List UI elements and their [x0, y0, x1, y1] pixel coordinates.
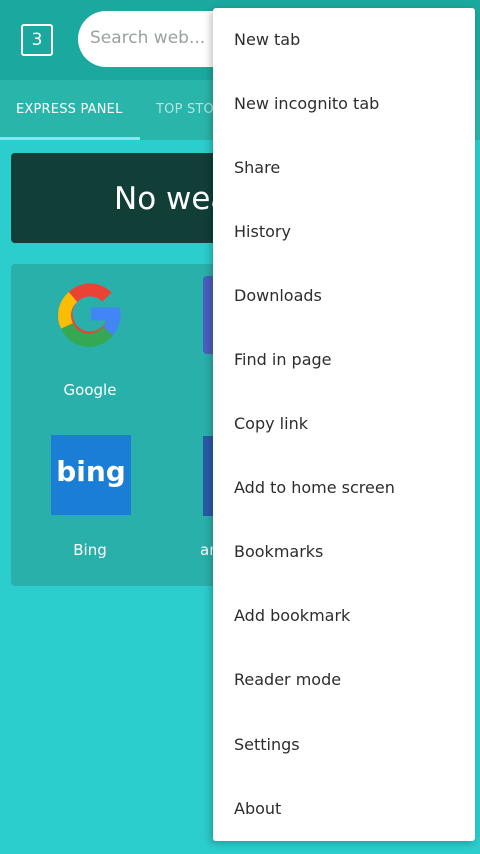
menu-item-label: Find in page: [234, 350, 332, 369]
tile-label-google: Google: [63, 381, 117, 399]
tab-counter-button[interactable]: 3: [21, 24, 53, 56]
bing-logo-tile[interactable]: bing: [51, 435, 131, 515]
menu-item-settings[interactable]: Settings: [213, 713, 475, 777]
menu-item-label: Add bookmark: [234, 606, 351, 625]
menu-item-copy-link[interactable]: Copy link: [213, 392, 475, 456]
bing-logo-text: bing: [56, 455, 126, 488]
menu-item-reader-mode[interactable]: Reader mode: [213, 648, 475, 712]
menu-item-label: History: [234, 222, 291, 241]
active-tab-indicator: [0, 137, 140, 140]
tab-express-panel[interactable]: EXPRESS PANEL: [16, 102, 123, 117]
google-icon[interactable]: [55, 279, 125, 349]
menu-item-label: New incognito tab: [234, 94, 380, 113]
menu-item-share[interactable]: Share: [213, 136, 475, 200]
menu-item-add-bookmark[interactable]: Add bookmark: [213, 584, 475, 648]
menu-item-label: Downloads: [234, 286, 322, 305]
menu-item-label: About: [234, 799, 282, 818]
menu-item-label: Copy link: [234, 414, 308, 433]
menu-item-new-tab[interactable]: New tab: [213, 8, 475, 72]
menu-item-bookmarks[interactable]: Bookmarks: [213, 520, 475, 584]
menu-item-label: Reader mode: [234, 670, 342, 689]
menu-item-history[interactable]: History: [213, 200, 475, 264]
overflow-menu: New tab New incognito tab Share History …: [213, 8, 475, 841]
search-input-placeholder: Search web...: [90, 28, 206, 48]
menu-item-label: Add to home screen: [234, 478, 395, 497]
menu-item-about[interactable]: About: [213, 777, 475, 841]
menu-item-downloads[interactable]: Downloads: [213, 264, 475, 328]
tile-label-bing: Bing: [73, 541, 107, 559]
menu-item-label: New tab: [234, 30, 301, 49]
menu-item-find-in-page[interactable]: Find in page: [213, 328, 475, 392]
menu-item-new-incognito-tab[interactable]: New incognito tab: [213, 72, 475, 136]
menu-item-label: Share: [234, 158, 281, 177]
menu-item-label: Settings: [234, 735, 300, 754]
menu-item-label: Bookmarks: [234, 542, 324, 561]
menu-item-add-to-home-screen[interactable]: Add to home screen: [213, 456, 475, 520]
